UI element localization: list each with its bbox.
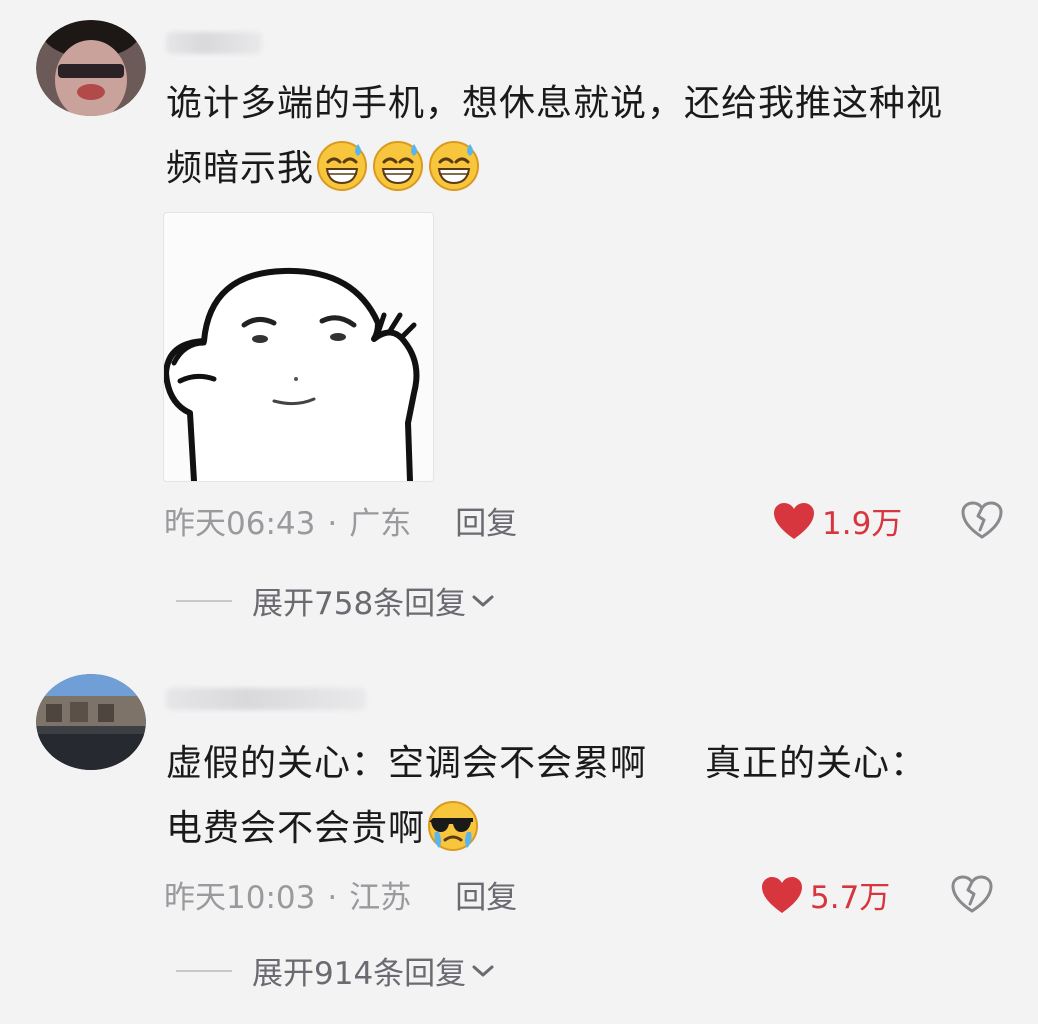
comment-meta: 昨天06:43 · 广东 回复 xyxy=(164,498,517,543)
grinning-sweat-face-emoji xyxy=(317,141,368,191)
broken-heart-icon[interactable] xyxy=(950,874,994,914)
like-button[interactable]: 5.7万 xyxy=(760,872,890,917)
timestamp: 昨天06:43 xyxy=(164,506,316,542)
comment-text: 诡计多端的手机，想休息就说，还给我推这种视 频暗示我 xyxy=(166,72,1008,201)
divider xyxy=(176,599,232,602)
comment-text-line: 虚假的关心：空调会不会累啊 真正的关心： xyxy=(166,743,928,784)
grinning-sweat-face-emoji xyxy=(429,141,480,191)
grinning-sweat-face-emoji xyxy=(373,141,424,191)
broken-heart-icon[interactable] xyxy=(960,500,1004,540)
heart-icon xyxy=(774,502,814,539)
expand-replies-button[interactable]: 展开758条回复 xyxy=(176,578,496,623)
comment-text-line: 电费会不会贵啊 xyxy=(166,796,1008,861)
username-blurred[interactable] xyxy=(166,32,262,54)
comment-item: 虚假的关心：空调会不会累啊 真正的关心： 电费会不会贵啊 昨天10:03 · 江苏 回复… xyxy=(0,660,1038,1024)
heart-icon xyxy=(762,876,802,913)
expand-replies-button[interactable]: 展开914条回复 xyxy=(176,948,496,993)
expand-replies-label: 展开914条回复 xyxy=(252,956,467,992)
username-blurred[interactable] xyxy=(166,688,366,710)
separator: · xyxy=(327,880,338,916)
reply-button[interactable]: 回复 xyxy=(455,880,517,916)
location: 广东 xyxy=(349,506,412,542)
cartoon-blob-sticker[interactable] xyxy=(163,212,434,484)
chevron-down-icon xyxy=(472,965,494,976)
divider xyxy=(176,969,232,972)
comment-text: 虚假的关心：空调会不会累啊 真正的关心： 电费会不会贵啊 xyxy=(166,732,1008,861)
comment-item: 诡计多端的手机，想休息就说，还给我推这种视 频暗示我 昨天06:43 · 广东 回复 … xyxy=(0,0,1038,650)
comment-text-line: 诡计多端的手机，想休息就说，还给我推这种视 xyxy=(166,83,944,124)
like-count: 5.7万 xyxy=(810,880,891,916)
reply-button[interactable]: 回复 xyxy=(455,506,517,542)
avatar[interactable] xyxy=(36,674,146,770)
location: 江苏 xyxy=(349,880,412,916)
expand-replies-label: 展开758条回复 xyxy=(252,586,467,622)
like-count: 1.9万 xyxy=(822,506,903,542)
comment-text-line: 频暗示我 xyxy=(166,136,1008,201)
like-button[interactable]: 1.9万 xyxy=(772,498,902,543)
sunglasses-crying-face-emoji xyxy=(428,801,479,851)
separator: · xyxy=(327,506,338,542)
timestamp: 昨天10:03 xyxy=(164,880,316,916)
chevron-down-icon xyxy=(472,595,494,606)
comment-meta: 昨天10:03 · 江苏 回复 xyxy=(164,872,517,917)
avatar[interactable] xyxy=(36,20,146,116)
